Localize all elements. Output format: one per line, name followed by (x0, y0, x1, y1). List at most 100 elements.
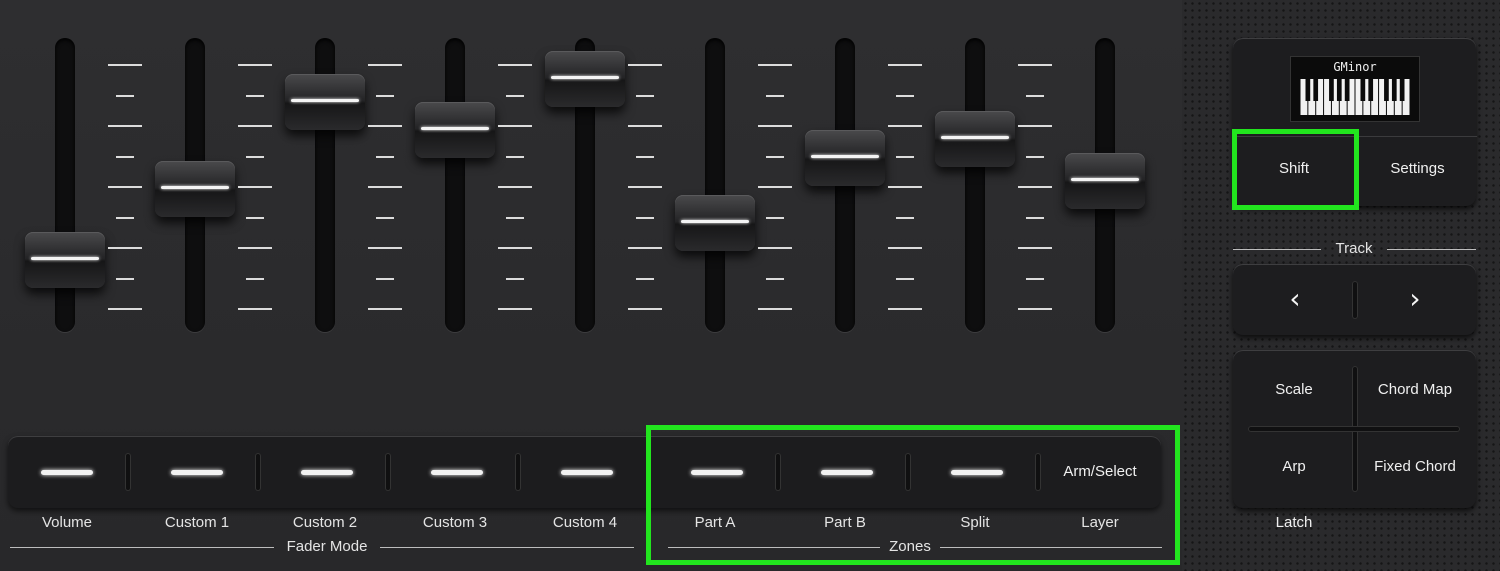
scale-tick (758, 247, 792, 249)
shift-button[interactable]: Shift (1233, 136, 1355, 207)
latch-label: Latch (1275, 514, 1313, 531)
scale-tick (376, 216, 394, 219)
fader-3 (280, 0, 402, 340)
fader-knob[interactable] (1065, 153, 1145, 209)
scale-tick (888, 125, 922, 127)
scale-tick (888, 64, 922, 66)
fader-scale (498, 58, 538, 314)
chevron-left-icon: ‹ (1289, 282, 1301, 315)
track-group-label: Track (1335, 240, 1373, 257)
scale-tick (1018, 64, 1052, 66)
fader-knob[interactable] (545, 51, 625, 108)
scale-tick (888, 308, 922, 310)
scale-tick (1018, 308, 1052, 310)
fader-knob[interactable] (415, 102, 495, 159)
lcd-chord-name: GMinor (1333, 60, 1377, 74)
fader-knob-line (31, 256, 99, 260)
scale-tick (506, 94, 524, 97)
scale-tick (116, 94, 134, 97)
fader-knob-line (811, 155, 879, 159)
scale-tick (1026, 94, 1044, 97)
fader-scale (888, 58, 928, 314)
led-indicator (951, 470, 1003, 475)
scale-tick (108, 64, 142, 66)
group-line (1233, 249, 1321, 250)
scale-tick (766, 277, 784, 280)
scale-tick (368, 247, 402, 249)
scale-tick (116, 155, 134, 158)
custom-4-button[interactable] (528, 436, 648, 508)
black-key (1360, 79, 1366, 101)
settings-button[interactable]: Settings (1357, 136, 1477, 207)
scale-tick (1018, 125, 1052, 127)
track-next-button[interactable]: › (1400, 285, 1430, 315)
chord-map-button[interactable]: Chord Map (1358, 381, 1472, 398)
custom-2-button[interactable] (268, 436, 388, 508)
split-label: Split (960, 514, 990, 531)
scale-tick (108, 247, 142, 249)
scale-tick (238, 64, 272, 66)
strip-divider (1035, 453, 1041, 491)
fader-knob[interactable] (25, 231, 105, 288)
fader-scale (368, 58, 408, 314)
part-b-button[interactable] (788, 436, 908, 508)
scale-tick (896, 277, 914, 280)
scale-tick (1018, 247, 1052, 249)
led-indicator (431, 470, 483, 475)
scale-tick (246, 216, 264, 219)
fader-scale (628, 58, 668, 314)
fader-knob-line (941, 135, 1009, 139)
fader-2 (150, 0, 272, 340)
scale-tick (108, 125, 142, 127)
scale-tick (368, 125, 402, 127)
strip-divider (775, 453, 781, 491)
fader-knob[interactable] (935, 110, 1015, 167)
black-key (1384, 79, 1389, 101)
lcd-display: GMinor (1290, 56, 1420, 122)
scale-tick (888, 247, 922, 249)
scale-tick (506, 277, 524, 280)
part-a-button[interactable] (658, 436, 778, 508)
black-key (1305, 79, 1311, 101)
scale-tick (376, 155, 394, 158)
scale-tick (636, 277, 654, 280)
piano-keyboard-icon (1300, 79, 1410, 115)
group-line (380, 547, 634, 548)
arm-select-button[interactable]: Arm/Select (1040, 436, 1160, 508)
scale-button[interactable]: Scale (1236, 381, 1352, 398)
scale-tick (896, 155, 914, 158)
scale-tick (636, 216, 654, 219)
scale-tick (758, 125, 792, 127)
fader-6 (670, 0, 792, 340)
fader-knob[interactable] (805, 130, 885, 187)
group-line (668, 547, 880, 548)
scale-tick (758, 64, 792, 66)
custom-3-button[interactable] (398, 436, 518, 508)
scale-tick (766, 216, 784, 219)
fader-knob[interactable] (675, 195, 755, 252)
scale-tick (108, 308, 142, 310)
scale-tick (116, 277, 134, 280)
split-button[interactable] (918, 436, 1038, 508)
fader-knob[interactable] (155, 161, 235, 218)
scale-tick (1018, 186, 1052, 188)
scale-tick (238, 186, 272, 188)
scale-tick (628, 125, 662, 127)
fader-track (705, 38, 725, 332)
fader-knob[interactable] (285, 74, 365, 131)
arp-button[interactable]: Arp (1236, 458, 1352, 475)
custom-1-button[interactable] (138, 436, 258, 508)
fixed-chord-button[interactable]: Fixed Chord (1358, 458, 1472, 475)
fader-track (965, 38, 985, 332)
chevron-right-icon: › (1409, 282, 1421, 315)
group-line (1387, 249, 1476, 250)
quad-divider (1248, 426, 1460, 432)
black-key (1368, 79, 1374, 101)
scale-tick (368, 308, 402, 310)
scale-tick (1026, 277, 1044, 280)
volume-button[interactable] (8, 436, 128, 508)
scale-tick (108, 186, 142, 188)
track-prev-button[interactable]: ‹ (1280, 285, 1310, 315)
scale-tick (506, 155, 524, 158)
strip-divider (905, 453, 911, 491)
